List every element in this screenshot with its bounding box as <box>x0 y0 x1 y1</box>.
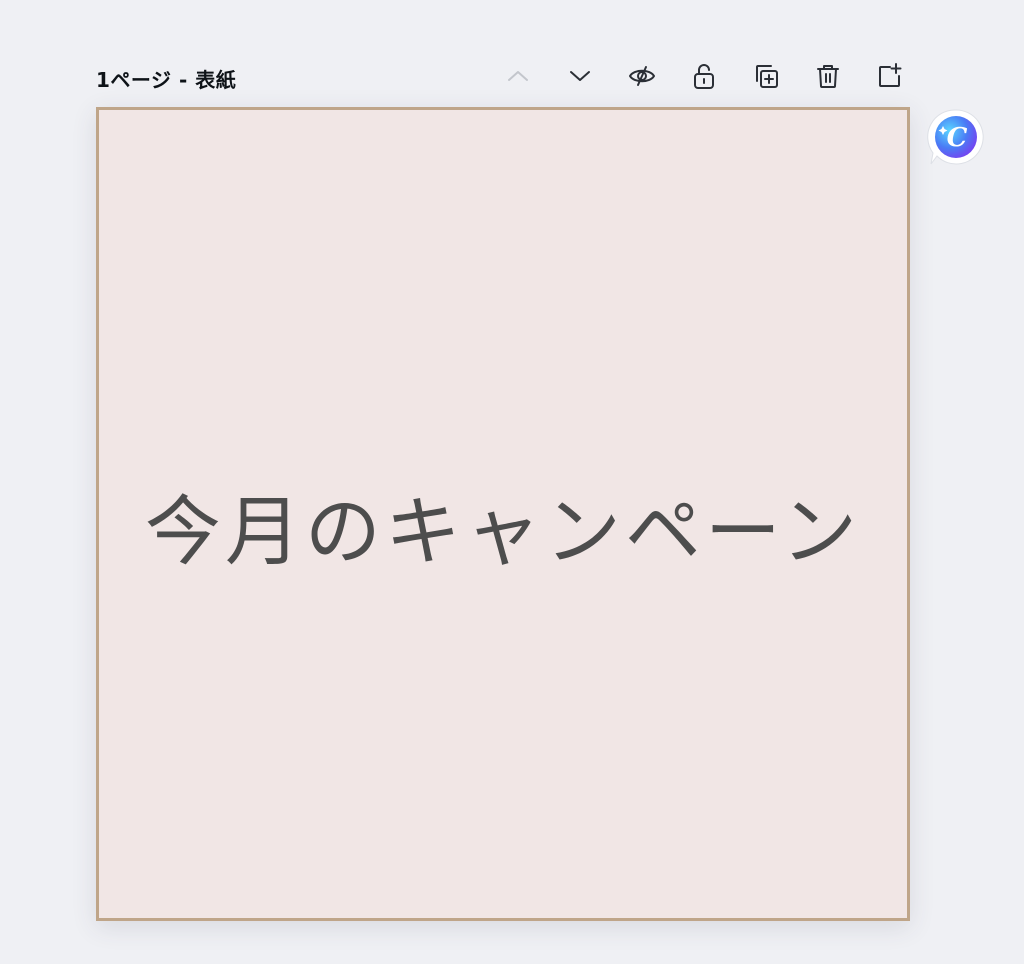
page-title[interactable]: 1ページ - 表紙 <box>96 64 236 93</box>
lock-page-button[interactable] <box>684 56 724 96</box>
page-toolbar <box>476 56 910 96</box>
hide-page-button[interactable] <box>622 56 662 96</box>
duplicate-icon <box>756 65 778 88</box>
assistant-letter: C <box>947 123 968 153</box>
delete-page-button[interactable] <box>808 56 848 96</box>
chevron-up-icon <box>508 71 528 81</box>
assistant-button[interactable]: C <box>926 108 986 168</box>
add-page-button[interactable] <box>870 56 910 96</box>
eye-slash-icon <box>629 66 655 86</box>
unlock-icon <box>694 64 714 89</box>
move-page-up-button[interactable] <box>498 56 538 96</box>
design-canvas[interactable]: 今月のキャンペーン <box>96 107 910 921</box>
trash-icon <box>817 65 839 88</box>
chevron-down-icon <box>570 71 590 81</box>
assistant-c-icon: C <box>927 109 984 165</box>
duplicate-page-button[interactable] <box>746 56 786 96</box>
add-page-icon <box>879 63 902 87</box>
page-header: 1ページ - 表紙 <box>96 56 910 96</box>
move-page-down-button[interactable] <box>560 56 600 96</box>
canvas-heading-text[interactable]: 今月のキャンペーン <box>99 470 907 580</box>
